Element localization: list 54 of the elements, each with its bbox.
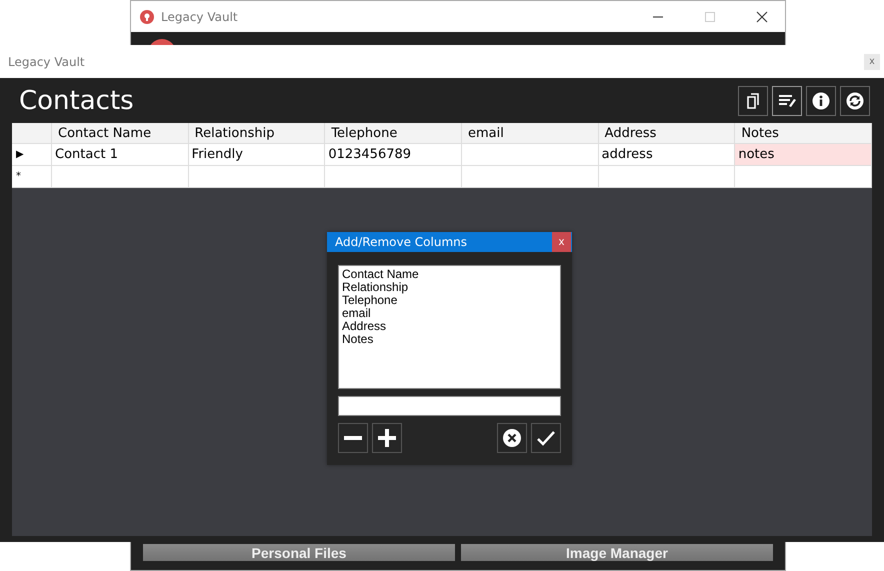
remove-button[interactable] — [338, 423, 368, 453]
list-item[interactable]: Address — [342, 320, 557, 333]
table-cell[interactable] — [325, 166, 462, 188]
column-header[interactable]: Notes — [735, 123, 872, 144]
refresh-icon — [846, 92, 864, 110]
list-item[interactable]: email — [342, 307, 557, 320]
row-header[interactable]: * — [12, 166, 52, 188]
list-item[interactable]: Notes — [342, 333, 557, 346]
column-header[interactable]: Telephone — [325, 123, 462, 144]
close-button[interactable]: x — [864, 54, 880, 70]
table-cell[interactable] — [52, 166, 189, 188]
confirm-button[interactable] — [531, 423, 561, 453]
input-field[interactable] — [338, 396, 561, 416]
list-item[interactable]: Relationship — [342, 281, 557, 294]
table-cell[interactable] — [462, 144, 599, 166]
close-button[interactable]: x — [552, 232, 571, 252]
column-header[interactable]: Contact Name — [52, 123, 189, 144]
column-header[interactable]: email — [462, 123, 599, 144]
nav-button[interactable]: Personal Files — [143, 544, 455, 561]
info-icon — [812, 92, 830, 110]
nav-button[interactable]: Image Manager — [461, 544, 773, 561]
add-button[interactable] — [372, 423, 402, 453]
info-button[interactable] — [806, 86, 836, 116]
table-cell[interactable]: 0123456789 — [325, 144, 462, 166]
lock-logo-icon — [139, 8, 155, 24]
plus-icon — [378, 429, 396, 447]
table-cell[interactable]: Friendly — [188, 144, 326, 166]
window-title: Legacy Vault — [8, 54, 85, 68]
edit-button[interactable] — [772, 86, 802, 116]
list-item[interactable]: Telephone — [342, 294, 557, 307]
copy-button[interactable] — [738, 86, 768, 116]
table-cell[interactable] — [188, 166, 326, 188]
lines-pencil-icon — [778, 94, 796, 108]
column-header[interactable]: Relationship — [188, 123, 326, 144]
table-cell[interactable] — [462, 166, 599, 188]
page-heading: Contacts — [19, 86, 134, 116]
corner-header-cell — [12, 123, 52, 144]
clear-button[interactable] — [497, 423, 527, 453]
x-circle-icon — [503, 429, 521, 447]
copy-icon — [744, 92, 762, 110]
row-header[interactable]: ▶ — [12, 144, 52, 166]
table-cell[interactable] — [598, 166, 736, 188]
minus-icon — [344, 436, 362, 440]
table-cell[interactable]: notes — [735, 144, 872, 166]
table-cell[interactable] — [735, 166, 872, 188]
column-list[interactable]: Contact Name Relationship Telephone email Address Notes — [338, 265, 561, 389]
window-title: Legacy Vault — [161, 10, 238, 24]
table-cell[interactable]: address — [598, 144, 736, 166]
check-icon — [537, 430, 555, 446]
refresh-button[interactable] — [840, 86, 870, 116]
dialog-title: Add/Remove Columns — [335, 235, 467, 249]
column-header[interactable]: Address — [598, 123, 736, 144]
list-item[interactable]: Contact Name — [342, 268, 557, 281]
table-cell[interactable]: Contact 1 — [52, 144, 189, 166]
